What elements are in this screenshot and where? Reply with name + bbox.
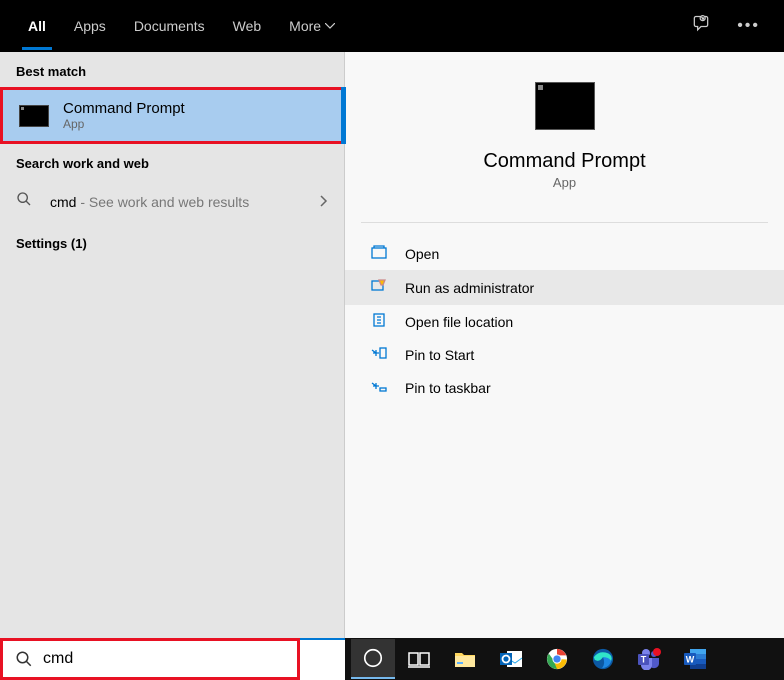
more-options-icon[interactable]: •••	[737, 17, 760, 35]
action-open[interactable]: Open	[345, 237, 784, 270]
results-left-panel: Best match Command Prompt App Search wor…	[0, 52, 345, 680]
action-run-admin-label: Run as administrator	[405, 280, 534, 296]
search-tabs-bar: All Apps Documents Web More •••	[0, 0, 784, 52]
action-list: Open Run as administrator Open file loca…	[345, 223, 784, 418]
taskbar-word[interactable]: W	[673, 639, 717, 679]
pin-start-icon	[371, 346, 389, 363]
result-subtitle: App	[63, 117, 325, 131]
taskbar-teams[interactable]: T	[627, 639, 671, 679]
taskbar: T W	[345, 638, 784, 680]
tab-more-label: More	[289, 18, 321, 34]
svg-text:T: T	[641, 655, 647, 665]
action-open-label: Open	[405, 246, 439, 262]
web-result-cmd[interactable]: cmd - See work and web results	[0, 179, 344, 224]
tab-documents[interactable]: Documents	[120, 2, 219, 50]
search-gap	[300, 638, 345, 680]
preview-subtitle: App	[553, 175, 576, 190]
folder-icon	[371, 313, 389, 330]
taskbar-outlook[interactable]	[489, 639, 533, 679]
search-icon	[15, 650, 33, 668]
search-input[interactable]	[43, 650, 285, 668]
search-box[interactable]	[0, 638, 300, 680]
taskbar-edge[interactable]	[581, 639, 625, 679]
taskbar-cortana[interactable]	[351, 639, 395, 679]
best-match-header: Best match	[0, 52, 344, 87]
tab-all[interactable]: All	[14, 2, 60, 50]
action-pin-to-taskbar[interactable]: Pin to taskbar	[345, 371, 784, 404]
action-open-location-label: Open file location	[405, 314, 513, 330]
svg-text:W: W	[686, 655, 695, 665]
search-icon	[16, 191, 36, 212]
action-run-as-administrator[interactable]: Run as administrator	[345, 270, 784, 305]
web-result-text: cmd - See work and web results	[50, 194, 306, 210]
cmd-icon	[19, 105, 49, 127]
settings-header[interactable]: Settings (1)	[0, 224, 344, 259]
action-open-file-location[interactable]: Open file location	[345, 305, 784, 338]
action-pin-taskbar-label: Pin to taskbar	[405, 380, 491, 396]
taskbar-file-explorer[interactable]	[443, 639, 487, 679]
result-title: Command Prompt	[63, 100, 325, 117]
search-work-web-header: Search work and web	[0, 144, 344, 179]
windows-search-panel: All Apps Documents Web More ••• Best mat…	[0, 0, 784, 680]
tab-web[interactable]: Web	[219, 2, 276, 50]
tab-apps[interactable]: Apps	[60, 2, 120, 50]
pin-taskbar-icon	[371, 379, 389, 396]
preview-panel: Command Prompt App Open Run as administr…	[345, 52, 784, 680]
action-pin-to-start[interactable]: Pin to Start	[345, 338, 784, 371]
tab-more[interactable]: More	[275, 2, 349, 50]
admin-icon	[371, 278, 389, 297]
feedback-icon[interactable]	[691, 14, 711, 39]
open-icon	[371, 245, 389, 262]
preview-title: Command Prompt	[483, 150, 645, 173]
bottom-bar: T W	[0, 638, 784, 680]
result-command-prompt[interactable]: Command Prompt App	[0, 87, 344, 144]
preview-cmd-icon	[535, 82, 595, 130]
chevron-right-icon	[320, 194, 328, 210]
action-pin-start-label: Pin to Start	[405, 347, 474, 363]
selected-indicator	[341, 87, 346, 144]
taskbar-chrome[interactable]	[535, 639, 579, 679]
taskbar-task-view[interactable]	[397, 639, 441, 679]
chevron-down-icon	[325, 23, 335, 29]
